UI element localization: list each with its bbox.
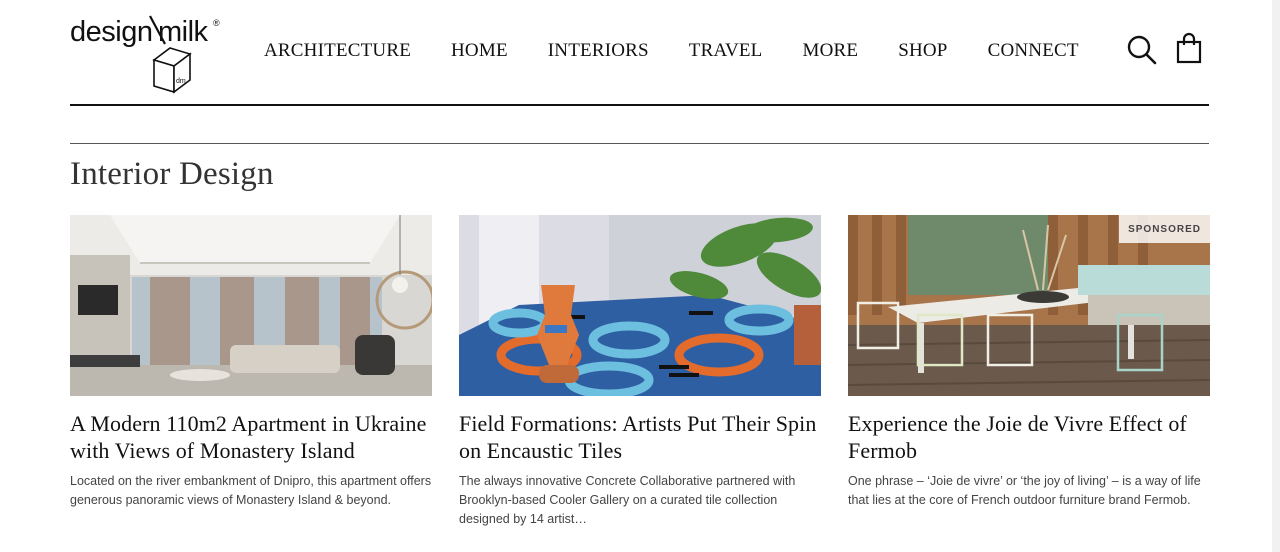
site-logo[interactable]: design milk ® dm [70,14,220,94]
main-nav: ARCHITECTURE HOME INTERIORS TRAVEL MORE … [264,40,1079,62]
logo-carton-label: dm [176,78,186,85]
nav-item-travel[interactable]: TRAVEL [689,40,763,62]
page-scrollbar[interactable] [1272,0,1280,552]
site-header: design milk ® dm ARCHITECTURE HOME INTER… [70,0,1209,106]
sponsored-badge: SPONSORED [1119,215,1210,243]
article-title[interactable]: Field Formations: Artists Put Their Spin… [459,410,821,464]
article-card: A Modern 110m2 Apartment in Ukraine with… [70,215,432,510]
nav-item-home[interactable]: HOME [451,40,508,62]
nav-item-interiors[interactable]: INTERIORS [548,40,649,62]
shopping-bag-icon [1176,32,1202,64]
nav-item-architecture[interactable]: ARCHITECTURE [264,40,411,62]
nav-item-more[interactable]: MORE [802,40,858,62]
logo-registered-mark: ® [213,18,220,28]
section-divider [70,143,1209,144]
article-image-fermob[interactable]: SPONSORED [848,215,1210,396]
article-excerpt: The always innovative Concrete Collabora… [459,474,796,526]
section-title: Interior Design [70,156,274,192]
article-title[interactable]: Experience the Joie de Vivre Effect of F… [848,410,1210,464]
article-excerpt: Located on the river embankment of Dnipr… [70,474,432,507]
nav-item-connect[interactable]: CONNECT [988,40,1079,62]
search-icon [1127,35,1157,65]
cart-button[interactable] [1176,32,1202,64]
logo-word-design: design [70,16,153,48]
article-title[interactable]: A Modern 110m2 Apartment in Ukraine with… [70,410,432,464]
article-card: SPONSORED Experience the Joie de Vivre E… [848,215,1210,510]
article-excerpt: One phrase – ‘Joie de vivre’ or ‘the joy… [848,474,1201,507]
article-image-tiles[interactable] [459,215,821,396]
article-image-apartment[interactable] [70,215,432,396]
logo-word-milk: milk [158,16,208,48]
search-button[interactable] [1126,34,1158,66]
nav-item-shop[interactable]: SHOP [898,40,947,62]
article-card: Field Formations: Artists Put Their Spin… [459,215,821,529]
